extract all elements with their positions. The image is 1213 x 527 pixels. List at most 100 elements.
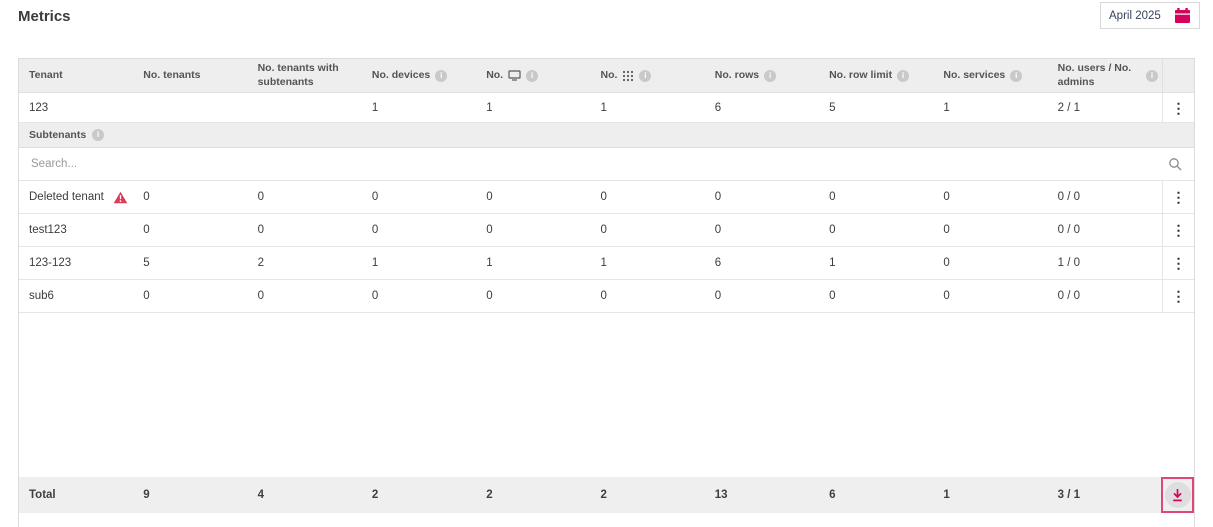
row-actions-button[interactable]: ⋮ (1162, 93, 1194, 122)
top-bar: Metrics April 2025 (0, 0, 1213, 58)
col-header-no-users-admins: No. users / No. admins i (1048, 62, 1162, 88)
kebab-menu-icon[interactable]: ⋮ (1171, 289, 1185, 303)
tenant-name: 123-123 (29, 257, 71, 269)
info-icon[interactable]: i (897, 70, 909, 82)
cell-no-tenants-with-subtenants: 0 (248, 191, 362, 203)
col-header-label: No. row limit (829, 69, 892, 82)
download-icon (1165, 482, 1191, 508)
col-header-label: No. devices (372, 69, 430, 82)
cell-no-devices: 0 (362, 191, 476, 203)
total-no-tenants-with-subtenants: 4 (248, 489, 362, 501)
col-header-no-devices: No. devices i (362, 69, 476, 82)
tenant-name: sub6 (29, 290, 54, 302)
cell-no-row-limit: 0 (819, 224, 933, 236)
cell-no-devices: 1 (362, 102, 476, 114)
col-header-label: No. tenants (143, 69, 200, 82)
cell-no-services: 1 (933, 102, 1047, 114)
subtenants-label: Subtenants (29, 129, 86, 141)
col-header-no-tenants-with-subtenants: No. tenants with subtenants (248, 62, 362, 88)
col-header-label: No. (486, 69, 503, 82)
download-button[interactable] (1161, 477, 1194, 513)
total-no-services: 1 (933, 489, 1047, 501)
tenant-name: 123 (29, 102, 48, 114)
kebab-menu-icon[interactable]: ⋮ (1171, 223, 1185, 237)
subtenants-section-header: Subtenants i (19, 123, 1194, 148)
col-header-no-dashboards: No. i (476, 69, 590, 82)
cell-no-row-limit: 0 (819, 290, 933, 302)
row-actions-button[interactable]: ⋮ (1162, 214, 1194, 246)
cell-no-tenants: 0 (133, 290, 247, 302)
cell-no-services: 0 (933, 224, 1047, 236)
info-icon[interactable]: i (639, 70, 651, 82)
col-header-no-rows: No. rows i (705, 69, 819, 82)
cell-no-dashboards: 1 (476, 257, 590, 269)
cell-no-widgets: 0 (590, 224, 704, 236)
total-no-dashboards: 2 (476, 489, 590, 501)
cell-no-widgets: 0 (590, 290, 704, 302)
date-picker[interactable]: April 2025 (1100, 2, 1200, 29)
col-header-no-tenants: No. tenants (133, 69, 247, 82)
cell-no-tenants-with-subtenants: 0 (248, 290, 362, 302)
table-row: 123 1 1 1 6 5 1 2 / 1 ⋮ (19, 93, 1194, 123)
row-actions-button[interactable]: ⋮ (1162, 181, 1194, 213)
info-icon[interactable]: i (435, 70, 447, 82)
total-no-row-limit: 6 (819, 489, 933, 501)
totals-label: Total (19, 489, 133, 501)
cell-no-dashboards: 0 (476, 224, 590, 236)
table-row: test123 0 0 0 0 0 0 0 0 0 / 0 ⋮ (19, 214, 1194, 247)
kebab-menu-icon[interactable]: ⋮ (1171, 256, 1185, 270)
row-actions-button[interactable]: ⋮ (1162, 247, 1194, 279)
kebab-menu-icon[interactable]: ⋮ (1171, 190, 1185, 204)
info-icon[interactable]: i (1010, 70, 1022, 82)
tenant-name-cell: Deleted tenant (19, 191, 133, 204)
cell-no-widgets: 0 (590, 191, 704, 203)
cell-no-devices: 0 (362, 290, 476, 302)
cell-no-rows: 6 (705, 257, 819, 269)
col-header-label: No. users / No. admins (1058, 62, 1141, 88)
cell-no-rows: 0 (705, 224, 819, 236)
col-header-no-row-limit: No. row limit i (819, 69, 933, 82)
tenant-name: Deleted tenant (29, 191, 104, 203)
table-header: Tenant No. tenants No. tenants with subt… (19, 59, 1194, 93)
total-no-tenants: 9 (133, 489, 247, 501)
page-title: Metrics (18, 8, 71, 25)
row-actions-button[interactable]: ⋮ (1162, 280, 1194, 312)
kebab-menu-icon[interactable]: ⋮ (1171, 101, 1185, 115)
cell-no-widgets: 1 (590, 257, 704, 269)
col-header-label: Tenant (29, 69, 63, 82)
tenant-name-cell: 123-123 (19, 257, 133, 269)
cell-no-dashboards: 1 (476, 102, 590, 114)
info-icon[interactable]: i (764, 70, 776, 82)
total-no-devices: 2 (362, 489, 476, 501)
tenant-name: test123 (29, 224, 67, 236)
cell-no-users-admins: 1 / 0 (1048, 257, 1162, 269)
search-input[interactable] (29, 157, 1160, 171)
calendar-icon[interactable] (1174, 8, 1191, 24)
cell-no-dashboards: 0 (476, 191, 590, 203)
total-no-widgets: 2 (590, 489, 704, 501)
warning-icon (113, 191, 128, 204)
search-icon (1168, 157, 1182, 171)
grid-icon (622, 70, 634, 82)
cell-no-dashboards: 0 (476, 290, 590, 302)
cell-no-users-admins: 0 / 0 (1048, 191, 1162, 203)
cell-no-users-admins: 0 / 0 (1048, 224, 1162, 236)
cell-no-tenants-with-subtenants: 2 (248, 257, 362, 269)
cell-no-row-limit: 5 (819, 102, 933, 114)
info-icon[interactable]: i (92, 129, 104, 141)
cell-no-tenants: 5 (133, 257, 247, 269)
metrics-table: Tenant No. tenants No. tenants with subt… (18, 58, 1195, 527)
search-row (19, 148, 1194, 181)
cell-no-services: 0 (933, 191, 1047, 203)
info-icon[interactable]: i (1146, 70, 1158, 82)
cell-no-rows: 0 (705, 290, 819, 302)
col-header-label: No. rows (715, 69, 759, 82)
cell-no-row-limit: 0 (819, 191, 933, 203)
date-picker-value: April 2025 (1109, 10, 1161, 22)
cell-no-tenants: 0 (133, 191, 247, 203)
monitor-icon (508, 70, 521, 81)
table-row: Deleted tenant 0 0 0 0 0 0 0 0 0 / 0 ⋮ (19, 181, 1194, 214)
cell-no-users-admins: 0 / 0 (1048, 290, 1162, 302)
col-header-label: No. tenants with subtenants (258, 62, 358, 88)
info-icon[interactable]: i (526, 70, 538, 82)
